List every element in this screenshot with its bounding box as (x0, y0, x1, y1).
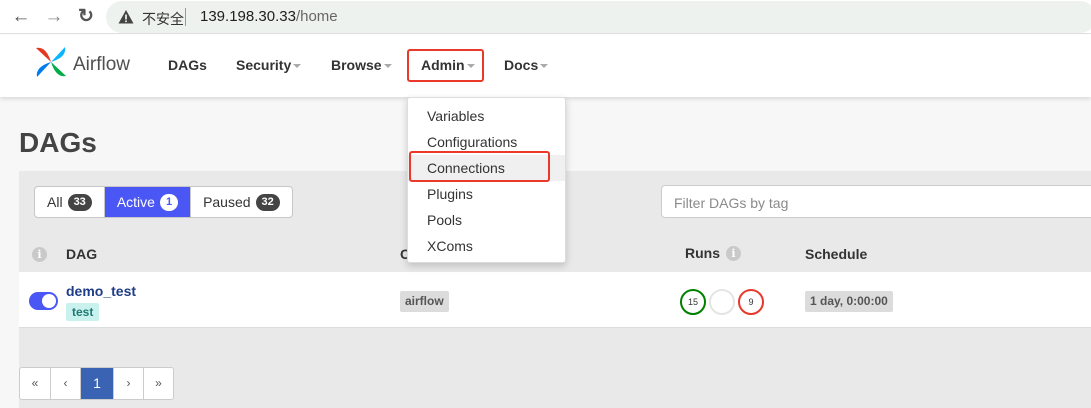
nav-security-label: Security (236, 57, 292, 73)
info-icon[interactable]: i (726, 246, 741, 261)
caret-down-icon (383, 64, 392, 69)
warning-icon[interactable] (118, 9, 134, 25)
info-icon[interactable]: i (32, 247, 47, 262)
app-navbar: Airflow DAGs Security Browse Admin Docs (0, 35, 1091, 97)
url-path: /home (295, 8, 338, 25)
page-title: DAGs (19, 127, 97, 158)
brand-name[interactable]: Airflow (73, 54, 130, 76)
nav-security[interactable]: Security (236, 57, 302, 73)
browser-toolbar: ← → ↻ 不安全 139.198.30.33/home (0, 0, 1091, 34)
nav-docs-label: Docs (504, 57, 539, 73)
filter-active-label: Active (116, 194, 155, 210)
runs-running-circle[interactable] (709, 289, 735, 315)
tag-filter-input[interactable]: Filter DAGs by tag (661, 185, 1091, 218)
menu-item-xcoms[interactable]: XComs (408, 233, 565, 259)
dag-pause-toggle[interactable] (29, 292, 58, 310)
dag-tag-label[interactable]: test (66, 303, 100, 321)
pagination: « ‹ 1 › » (19, 367, 174, 400)
page-last-button[interactable]: » (143, 368, 173, 399)
menu-item-plugins[interactable]: Plugins (408, 181, 565, 207)
url-host: 139.198.30.33 (200, 8, 296, 25)
filter-all-label: All (47, 194, 63, 210)
nav-dags[interactable]: DAGs (168, 57, 207, 73)
column-header-runs: Runs (685, 245, 720, 261)
column-header-dag[interactable]: DAG (66, 246, 97, 262)
menu-item-variables[interactable]: Variables (408, 103, 565, 129)
url-text[interactable]: 139.198.30.33/home (200, 8, 338, 25)
nav-browse-label: Browse (331, 57, 382, 73)
dag-id-link[interactable]: demo_test (66, 283, 136, 299)
filter-active-button[interactable]: Active 1 (103, 187, 191, 217)
admin-highlight-box (407, 49, 484, 82)
filter-paused-button[interactable]: Paused 32 (190, 187, 292, 217)
security-status-text[interactable]: 不安全 (142, 9, 184, 29)
forward-arrow-icon[interactable]: → (42, 5, 66, 29)
airflow-pinwheel-logo-icon[interactable] (33, 44, 69, 80)
owner-label[interactable]: airflow (400, 291, 449, 312)
nav-browse[interactable]: Browse (331, 57, 392, 73)
status-filter-group: All 33 Active 1 Paused 32 (34, 186, 293, 218)
nav-docs[interactable]: Docs (504, 57, 549, 73)
count-badge: 32 (255, 193, 280, 211)
count-badge: 1 (159, 193, 179, 211)
page-first-button[interactable]: « (20, 368, 50, 399)
toggle-knob (42, 294, 56, 308)
url-divider (185, 8, 186, 26)
connections-highlight-box (409, 151, 550, 182)
filter-all-button[interactable]: All 33 (35, 187, 104, 217)
reload-icon[interactable]: ↻ (74, 5, 98, 29)
menu-item-pools[interactable]: Pools (408, 207, 565, 233)
filter-paused-label: Paused (203, 194, 251, 210)
page-next-button[interactable]: › (113, 368, 143, 399)
count-badge: 33 (67, 193, 92, 211)
runs-success-circle[interactable]: 15 (680, 289, 706, 315)
column-header-schedule[interactable]: Schedule (805, 246, 867, 262)
schedule-label[interactable]: 1 day, 0:00:00 (805, 291, 893, 312)
page-prev-button[interactable]: ‹ (50, 368, 80, 399)
runs-failed-circle[interactable]: 9 (738, 289, 764, 315)
caret-down-icon (540, 64, 549, 69)
back-arrow-icon[interactable]: ← (9, 5, 33, 29)
table-row (19, 272, 1091, 328)
address-bar[interactable]: 不安全 139.198.30.33/home (106, 1, 1091, 33)
caret-down-icon (293, 64, 302, 69)
page-current-button[interactable]: 1 (80, 368, 113, 399)
